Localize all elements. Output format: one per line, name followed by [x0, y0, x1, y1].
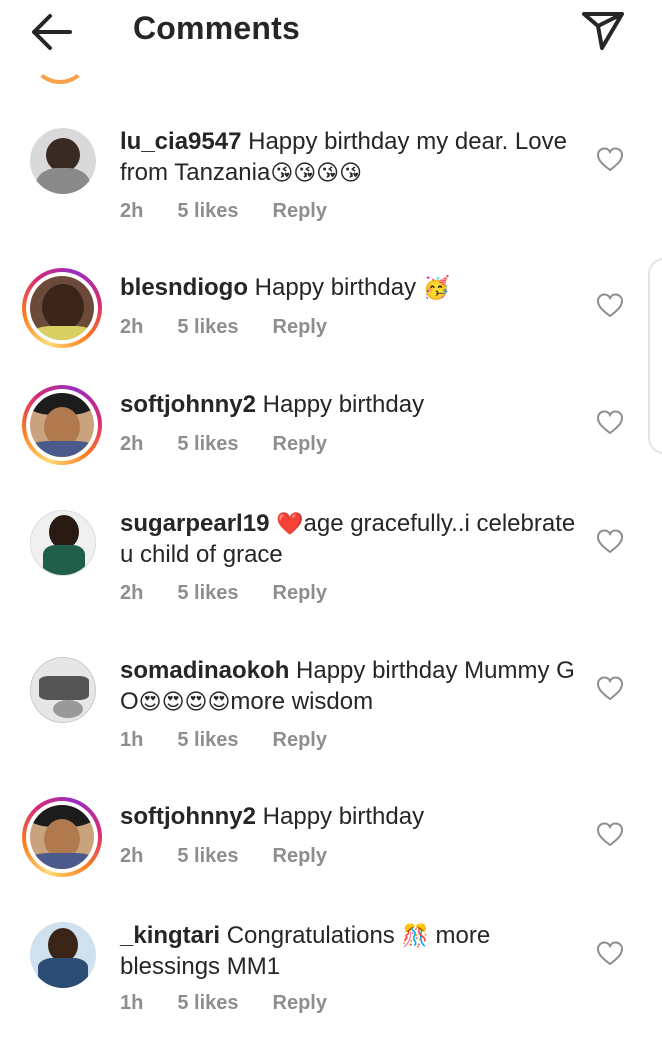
comment-likes[interactable]: 5 likes	[177, 729, 238, 752]
heart-outline-icon	[596, 410, 624, 435]
emoji: 😍😍😍😍	[138, 689, 231, 714]
like-button[interactable]	[596, 292, 624, 320]
reply-button[interactable]: Reply	[273, 845, 327, 868]
emoji: 😘😘😘😘	[270, 160, 363, 185]
comment-meta: 2h 5 likes Reply	[120, 433, 361, 456]
comment-meta: 2h 5 likes Reply	[120, 845, 361, 868]
comment-username[interactable]: sugarpearl19	[120, 510, 269, 537]
comment-likes[interactable]: 5 likes	[177, 992, 238, 1015]
comment-text: softjohnny2 Happy birthday	[120, 801, 590, 832]
avatar[interactable]	[22, 797, 102, 877]
arrow-left-icon	[32, 14, 72, 50]
comment-text: blesndiogo Happy birthday 🥳	[120, 272, 590, 303]
comment-body: Happy birthday	[256, 391, 425, 418]
comment-text: softjohnny2 Happy birthday	[120, 389, 590, 420]
comment-likes[interactable]: 5 likes	[177, 845, 238, 868]
comment-body: Happy birthday	[248, 274, 423, 301]
comment-username[interactable]: softjohnny2	[120, 391, 256, 418]
comment-likes[interactable]: 5 likes	[177, 200, 238, 223]
header-bar: Comments	[0, 0, 662, 62]
comment-time: 1h	[120, 729, 144, 751]
reply-button[interactable]: Reply	[273, 582, 327, 605]
emoji: 🎊	[401, 923, 429, 948]
avatar[interactable]	[22, 268, 102, 348]
heart-outline-icon	[596, 822, 624, 847]
avatar[interactable]	[22, 385, 102, 465]
heart-outline-icon	[596, 293, 624, 318]
back-button[interactable]	[26, 8, 78, 56]
avatar[interactable]	[30, 922, 96, 988]
reply-button[interactable]: Reply	[273, 992, 327, 1015]
comment-username[interactable]: softjohnny2	[120, 803, 256, 830]
heart-outline-icon	[596, 676, 624, 701]
comment-username[interactable]: _kingtari	[120, 922, 220, 949]
comment-username[interactable]: somadinaokoh	[120, 657, 289, 684]
comment-time: 2h	[120, 433, 144, 455]
comment-text: sugarpearl19 ❤️age gracefully..i celebra…	[120, 508, 590, 570]
avatar[interactable]	[30, 657, 96, 723]
like-button[interactable]	[596, 528, 624, 556]
reply-button[interactable]: Reply	[273, 200, 327, 223]
comment-likes[interactable]: 5 likes	[177, 582, 238, 605]
comment-time: 2h	[120, 845, 144, 867]
reply-button[interactable]: Reply	[273, 433, 327, 456]
comment-meta: 2h 5 likes Reply	[120, 200, 361, 223]
reply-button[interactable]: Reply	[273, 316, 327, 339]
avatar[interactable]	[30, 128, 96, 194]
comment-username[interactable]: lu_cia9547	[120, 128, 241, 155]
avatar[interactable]	[30, 510, 96, 576]
side-handle	[648, 258, 662, 454]
heart-outline-icon	[596, 941, 624, 966]
comment-body: Congratulations	[220, 922, 402, 949]
like-button[interactable]	[596, 409, 624, 437]
like-button[interactable]	[596, 940, 624, 968]
like-button[interactable]	[596, 675, 624, 703]
comments-screen: Comments lu_cia9547 Happy birthday my de…	[0, 0, 662, 1050]
like-button[interactable]	[596, 146, 624, 174]
share-button[interactable]	[580, 6, 628, 54]
emoji: 🥳	[422, 275, 451, 300]
comment-body-suffix: more wisdom	[230, 688, 374, 715]
comment-time: 2h	[120, 582, 144, 604]
page-title: Comments	[133, 10, 300, 46]
comment-time: 2h	[120, 200, 144, 222]
comment-meta: 1h 5 likes Reply	[120, 992, 361, 1015]
emoji: ❤️	[276, 511, 304, 536]
like-button[interactable]	[596, 821, 624, 849]
comment-meta: 1h 5 likes Reply	[120, 729, 361, 752]
heart-outline-icon	[596, 529, 624, 554]
paper-plane-icon	[582, 12, 624, 50]
comment-username[interactable]: blesndiogo	[120, 274, 248, 301]
comment-text: lu_cia9547 Happy birthday my dear. Love …	[120, 126, 590, 188]
comment-meta: 2h 5 likes Reply	[120, 316, 361, 339]
comment-time: 2h	[120, 316, 144, 338]
reply-button[interactable]: Reply	[273, 729, 327, 752]
comment-likes[interactable]: 5 likes	[177, 316, 238, 339]
comment-text: _kingtari Congratulations 🎊 more blessin…	[120, 920, 590, 982]
comment-time: 1h	[120, 992, 144, 1014]
comment-body: Happy birthday	[256, 803, 425, 830]
comment-likes[interactable]: 5 likes	[177, 433, 238, 456]
comment-meta: 2h 5 likes Reply	[120, 582, 361, 605]
heart-outline-icon	[596, 147, 624, 172]
comment-text: somadinaokoh Happy birthday Mummy G O😍😍😍…	[120, 655, 590, 717]
